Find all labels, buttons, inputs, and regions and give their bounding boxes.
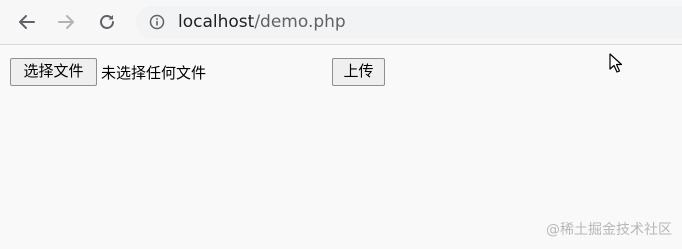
upload-button[interactable]: 上传 [332, 58, 385, 86]
reload-icon [97, 12, 117, 32]
file-status-text: 未选择任何文件 [101, 64, 207, 82]
info-icon[interactable] [149, 14, 165, 30]
arrow-left-icon [17, 12, 37, 32]
back-button[interactable] [13, 8, 41, 36]
url-text: localhost/demo.php [178, 12, 346, 33]
reload-button[interactable] [93, 8, 121, 36]
url-host: localhost [178, 12, 255, 32]
watermark: @稀土掘金技术社区 [546, 222, 672, 238]
browser-toolbar: localhost/demo.php [0, 0, 682, 45]
arrow-right-icon [56, 12, 76, 32]
url-path: /demo.php [254, 12, 346, 32]
address-bar[interactable]: localhost/demo.php [136, 6, 682, 39]
choose-file-button[interactable]: 选择文件 [10, 58, 97, 86]
forward-button[interactable] [52, 8, 80, 36]
mouse-cursor-icon [609, 53, 625, 75]
